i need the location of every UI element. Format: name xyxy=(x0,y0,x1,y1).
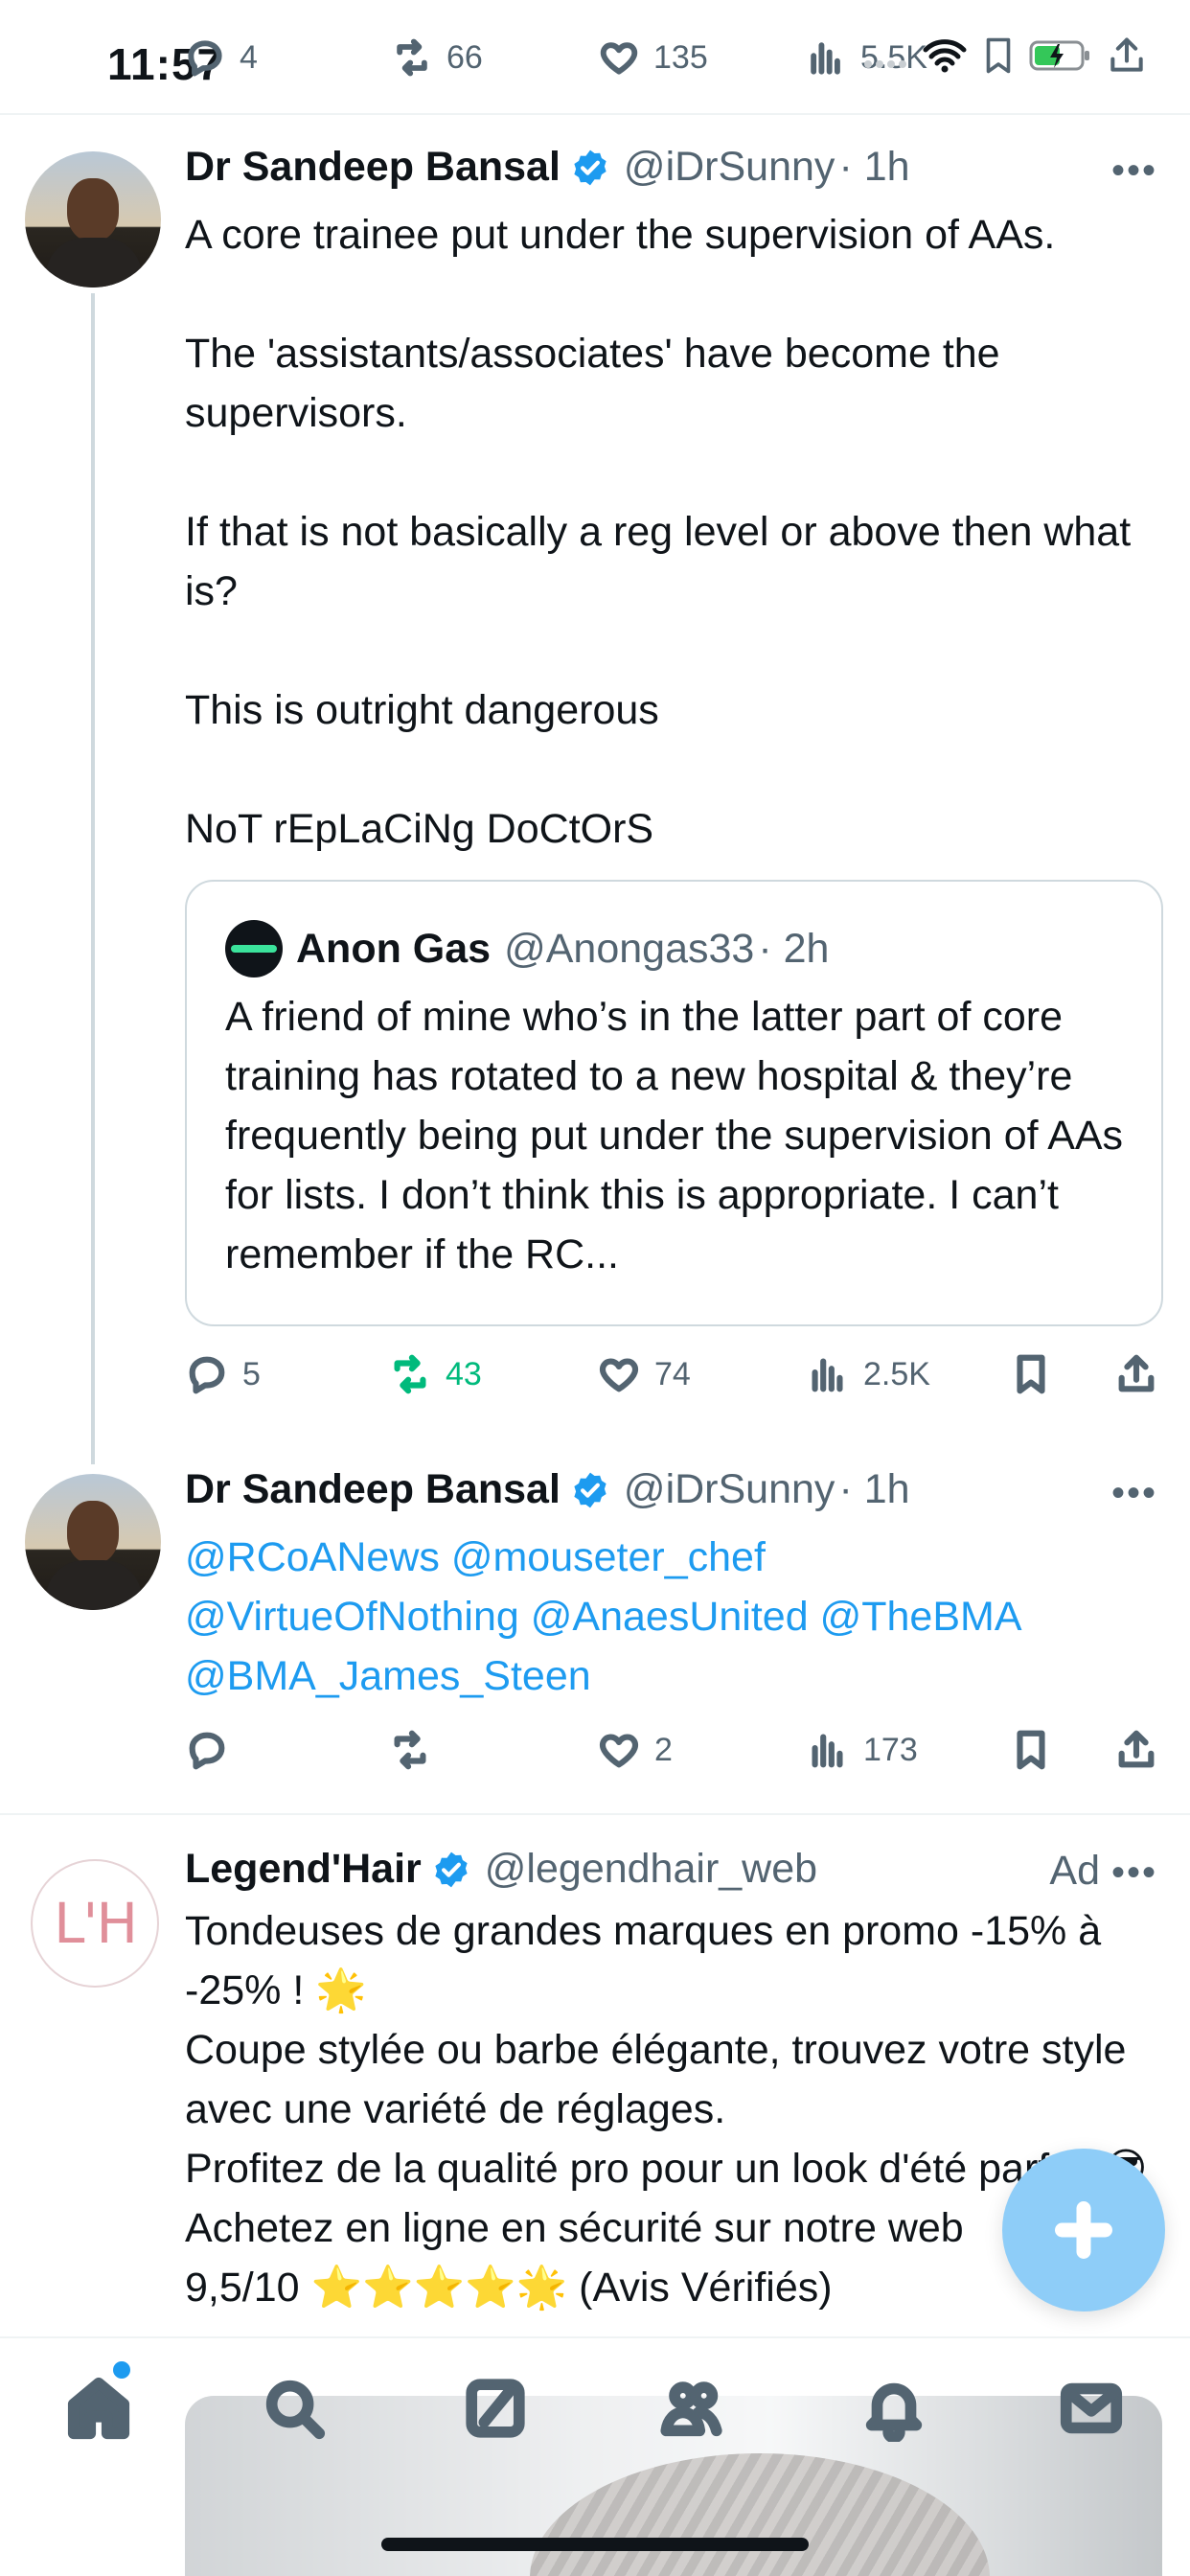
tweet-time[interactable]: · 1h xyxy=(838,1466,909,1513)
verified-badge-icon xyxy=(574,150,606,185)
home-tab[interactable] xyxy=(65,2375,132,2442)
communities-tab[interactable] xyxy=(659,2375,726,2442)
signal-icon xyxy=(864,60,906,68)
like-button[interactable]: 2 xyxy=(597,1721,673,1779)
quoted-tweet-header: Anon Gas @Anongas33 · 2h xyxy=(225,920,829,978)
more-options-icon[interactable]: ••• xyxy=(1111,1852,1157,1895)
grok-tab[interactable] xyxy=(462,2375,529,2442)
share-button[interactable] xyxy=(1114,1346,1158,1403)
divider xyxy=(0,1813,1190,1815)
repost-icon xyxy=(397,38,427,77)
bookmark-icon xyxy=(1017,1354,1045,1394)
mention-line[interactable]: @RCoANews @mouseter_chef xyxy=(185,1528,1162,1587)
tweet-text: A core trainee put under the supervision… xyxy=(185,212,1132,852)
reply-icon xyxy=(189,1732,225,1770)
like-count: 135 xyxy=(653,38,708,76)
mention-line[interactable]: @VirtueOfNothing @AnaesUnited @TheBMA xyxy=(185,1587,1162,1646)
system-icons xyxy=(862,34,1148,77)
repost-button[interactable]: 66 xyxy=(391,29,483,86)
tweet-actions: 5 43 74 2.5K xyxy=(185,1346,1162,1403)
repost-button[interactable]: 43 xyxy=(388,1346,482,1403)
bookmark-button[interactable] xyxy=(1009,1721,1053,1779)
views-button[interactable]: 173 xyxy=(806,1721,918,1779)
reply-icon xyxy=(189,1356,225,1394)
tweet-time[interactable]: · 1h xyxy=(838,144,909,191)
home-notification-dot xyxy=(113,2361,130,2379)
verified-badge-icon xyxy=(574,1472,606,1507)
more-options-icon[interactable]: ••• xyxy=(1111,150,1157,193)
avatar[interactable] xyxy=(25,1474,161,1610)
communities-icon xyxy=(660,2381,722,2437)
author-name[interactable]: Dr Sandeep Bansal xyxy=(185,1466,561,1513)
repost-icon xyxy=(394,1730,426,1770)
mention-line[interactable]: @BMA_James_Steen xyxy=(185,1646,1162,1706)
search-tab[interactable] xyxy=(261,2375,328,2442)
like-button[interactable]: 74 xyxy=(597,1346,691,1403)
quoted-avatar xyxy=(225,920,283,978)
quoted-tweet[interactable]: Anon Gas @Anongas33 · 2h A friend of min… xyxy=(185,880,1163,1326)
views-count: 173 xyxy=(863,1731,918,1768)
mail-icon xyxy=(1060,2382,1123,2434)
reply-button[interactable] xyxy=(185,1721,242,1779)
status-bar: 11:57 4 66 135 5.5K xyxy=(0,0,1190,115)
views-button[interactable]: 2.5K xyxy=(806,1346,930,1403)
bookmark-icon[interactable] xyxy=(981,34,1016,77)
messages-tab[interactable] xyxy=(1058,2375,1125,2442)
compose-button[interactable] xyxy=(1002,2149,1165,2312)
tweet-header: Dr Sandeep Bansal @iDrSunny · 1h xyxy=(185,144,910,191)
views-icon xyxy=(812,1358,843,1392)
share-icon[interactable] xyxy=(1106,34,1148,77)
home-icon xyxy=(67,2377,130,2440)
plus-icon xyxy=(1055,2201,1112,2259)
heart-icon xyxy=(599,1734,639,1768)
reply-count: 5 xyxy=(242,1355,261,1392)
quoted-tweet-text: A friend of mine who’s in the latter par… xyxy=(225,994,1124,1277)
repost-button[interactable] xyxy=(388,1721,446,1779)
bookmark-button[interactable] xyxy=(1009,1346,1053,1403)
thread-line xyxy=(91,293,95,1464)
avatar[interactable] xyxy=(25,151,161,288)
more-options-icon[interactable]: ••• xyxy=(1111,1472,1157,1515)
ad-label: Ad xyxy=(1049,1848,1100,1894)
quoted-author-name: Anon Gas xyxy=(296,925,492,972)
author-handle[interactable]: @legendhair_web xyxy=(485,1846,817,1893)
author-name[interactable]: Dr Sandeep Bansal xyxy=(185,144,561,191)
wifi-icon xyxy=(923,39,967,73)
views-icon xyxy=(811,42,840,75)
share-icon xyxy=(1118,1730,1155,1768)
repost-count: 43 xyxy=(446,1355,482,1392)
author-handle[interactable]: @iDrSunny xyxy=(624,144,835,191)
like-count: 2 xyxy=(654,1731,673,1768)
search-icon xyxy=(265,2380,326,2440)
notifications-tab[interactable] xyxy=(860,2375,927,2444)
grok-icon xyxy=(466,2379,525,2438)
tweet-header: Legend'Hair @legendhair_web xyxy=(185,1846,817,1893)
repost-count: 66 xyxy=(446,38,483,76)
like-button[interactable]: 135 xyxy=(598,29,708,86)
quoted-author-handle: @Anongas33 xyxy=(504,925,755,972)
reply-button[interactable]: 5 xyxy=(185,1346,261,1403)
home-indicator[interactable] xyxy=(381,2538,809,2551)
verified-badge-icon xyxy=(435,1852,468,1887)
share-button[interactable] xyxy=(1114,1721,1158,1779)
battery-charging-icon xyxy=(1029,40,1089,71)
repost-icon xyxy=(394,1354,426,1394)
advertiser-logo[interactable]: L'H xyxy=(31,1859,159,1988)
bookmark-icon xyxy=(1017,1730,1045,1770)
quoted-tweet-time: · 2h xyxy=(758,925,830,972)
reply-icon xyxy=(188,40,222,77)
views-icon xyxy=(812,1734,843,1768)
reply-count: 4 xyxy=(240,38,258,76)
bell-icon xyxy=(865,2382,923,2444)
heart-icon xyxy=(599,1358,639,1392)
views-count: 2.5K xyxy=(863,1355,930,1392)
tweet-header: Dr Sandeep Bansal @iDrSunny · 1h xyxy=(185,1466,910,1513)
author-name[interactable]: Legend'Hair xyxy=(185,1846,422,1893)
author-handle[interactable]: @iDrSunny xyxy=(624,1466,835,1513)
tweet-actions: 2 173 xyxy=(185,1721,1162,1779)
like-count: 74 xyxy=(654,1355,691,1392)
reply-button[interactable]: 4 xyxy=(184,29,258,86)
share-icon xyxy=(1118,1354,1155,1392)
heart-icon xyxy=(600,42,638,75)
